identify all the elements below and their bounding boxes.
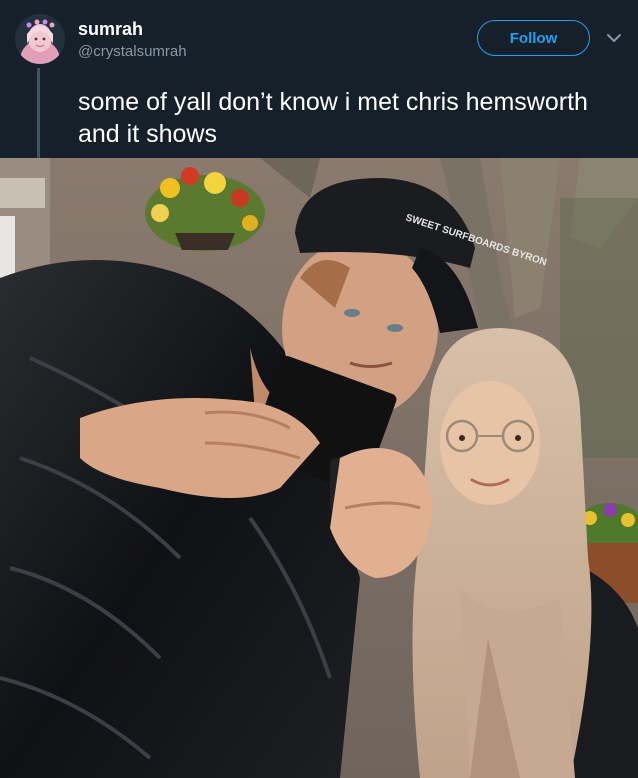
avatar-image xyxy=(15,14,65,64)
user-handle[interactable]: @crystalsumrah xyxy=(78,43,187,61)
selfie-photo: SWEET SURFBOARDS BYRON xyxy=(0,158,638,778)
chevron-down-icon xyxy=(607,34,621,42)
tweet-text: some of yall don’t know i met chris hems… xyxy=(78,88,588,148)
tweet-photo[interactable]: SWEET SURFBOARDS BYRON xyxy=(0,158,638,778)
follow-button[interactable]: Follow xyxy=(477,20,590,56)
thread-line xyxy=(37,68,40,158)
avatar[interactable] xyxy=(15,14,65,64)
user-display-name[interactable]: sumrah xyxy=(78,18,143,40)
tweet-card: sumrah @crystalsumrah Follow some of yal… xyxy=(0,0,638,778)
more-options-button[interactable] xyxy=(604,28,624,48)
